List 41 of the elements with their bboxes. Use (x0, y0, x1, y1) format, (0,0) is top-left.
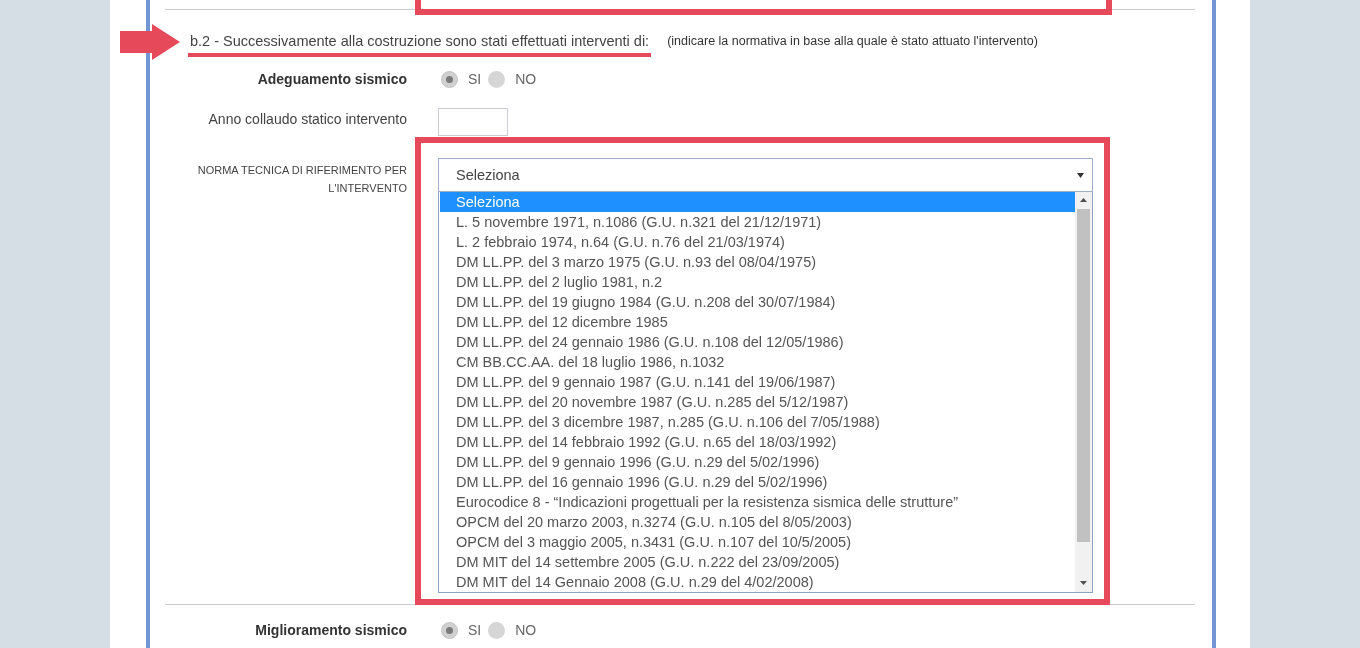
radio-button[interactable] (488, 70, 506, 88)
radio-label[interactable]: NO (515, 71, 537, 87)
dropdown-option[interactable]: DM LL.PP. del 24 gennaio 1986 (G.U. n.108 del 12/05/1986) (440, 332, 1075, 352)
caret-icon (1077, 172, 1084, 178)
dropdown-option[interactable]: DM MIT del 14 Gennaio 2008 (G.U. n.29 del 4/02/2008) (440, 572, 1075, 592)
scroll-down-icon[interactable] (1080, 581, 1087, 585)
field-label: Miglioramento sismico (255, 622, 407, 638)
section-title: b.2 - Successivamente alla costruzione sono stati effettuati interventi di: (189, 32, 651, 50)
dropdown-option[interactable]: DM LL.PP. del 14 febbraio 1992 (G.U. n.65 del 18/03/1992) (440, 432, 1075, 452)
dropdown-option[interactable]: DM LL.PP. del 20 novembre 1987 (G.U. n.285 del 5/12/1987) (440, 392, 1075, 412)
dropdown-option[interactable]: DM LL.PP. del 12 dicembre 1985 (440, 312, 1075, 332)
dropdown-option[interactable]: DM MIT del 14 settembre 2005 (G.U. n.222 del 23/09/2005) (440, 552, 1075, 572)
dropdown-option[interactable]: DM LL.PP. del 9 gennaio 1987 (G.U. n.141 del 19/06/1987) (440, 372, 1075, 392)
dropdown-option[interactable]: DM LL.PP. del 9 gennaio 1996 (G.U. n.29 del 5/02/1996) (440, 452, 1075, 472)
field-label: Anno collaudo statico intervento (208, 111, 407, 127)
field-label: Adeguamento sismico (257, 71, 407, 87)
radio-label[interactable]: SI (468, 71, 482, 87)
section-note: (indicare la normativa in base alla quale è stato attuato l'intervento) (667, 33, 1038, 50)
dropdown-list[interactable] (438, 192, 1093, 593)
dropdown-option[interactable]: DM LL.PP. del 3 marzo 1975 (G.U. n.93 del 08/04/1975) (440, 252, 1075, 272)
dropdown-option[interactable]: DM LL.PP. del 2 luglio 1981, n.2 (440, 272, 1075, 292)
radio-label[interactable]: SI (468, 622, 482, 638)
dropdown-option[interactable]: CM BB.CC.AA. del 18 luglio 1986, n.1032 (440, 352, 1075, 372)
dropdown-option[interactable]: DM LL.PP. del 3 dicembre 1987, n.285 (G.U. n.106 del 7/05/1988) (440, 412, 1075, 432)
scrollbar-thumb[interactable] (1077, 209, 1090, 542)
dropdown-option[interactable]: OPCM del 20 marzo 2003, n.3274 (G.U. n.105 del 8/05/2003) (440, 512, 1075, 532)
radio-button[interactable] (441, 70, 458, 88)
scrollbar[interactable] (1075, 192, 1092, 592)
scroll-up-icon[interactable] (1080, 198, 1087, 202)
dropdown-option[interactable]: OPCM del 3 maggio 2005, n.3431 (G.U. n.107 del 10/5/2005) (440, 532, 1075, 552)
field-label: NORMA TECNICA DI RIFERIMENTO PER L'INTERVENTO (196, 163, 407, 196)
dropdown-option[interactable]: Eurocodice 8 - “Indicazioni progettuali per la resistenza sismica delle strutture” (440, 492, 1075, 512)
dropdown-option[interactable]: L. 2 febbraio 1974, n.64 (G.U. n.76 del 21/03/1974) (440, 232, 1075, 252)
select-field[interactable]: Seleziona (438, 158, 1093, 192)
text-input-field[interactable] (438, 108, 508, 136)
dropdown-option[interactable]: DM LL.PP. del 19 giugno 1984 (G.U. n.208 del 30/07/1984) (440, 292, 1075, 312)
dropdown-option[interactable]: DM LL.PP. del 16 gennaio 1996 (G.U. n.29 del 5/02/1996) (440, 472, 1075, 492)
radio-button[interactable] (488, 621, 506, 639)
dropdown-option[interactable]: L. 5 novembre 1971, n.1086 (G.U. n.321 del 21/12/1971) (440, 212, 1075, 232)
radio-button[interactable] (441, 621, 458, 639)
radio-label[interactable]: NO (515, 622, 537, 638)
